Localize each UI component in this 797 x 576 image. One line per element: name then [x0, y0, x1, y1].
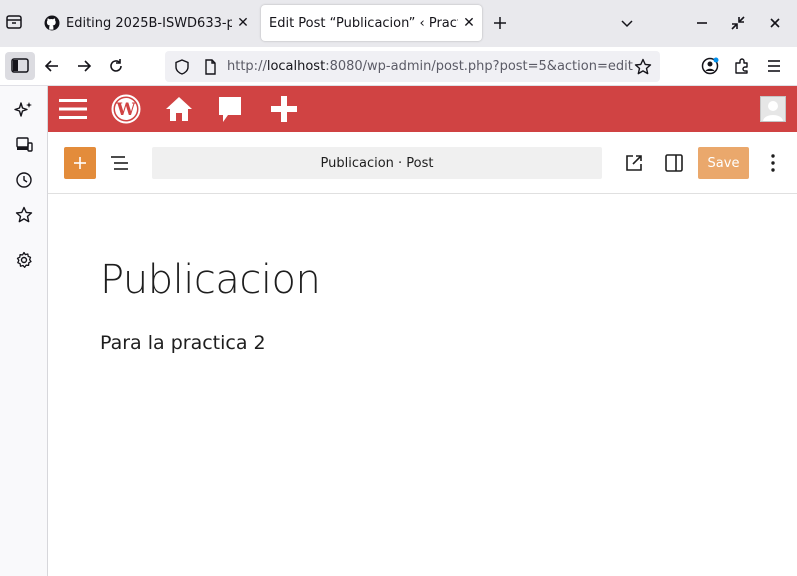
shield-icon[interactable]	[172, 57, 192, 77]
reload-icon[interactable]	[106, 56, 126, 76]
url-host: localhost	[266, 59, 326, 74]
ai-sparkle-icon[interactable]	[13, 99, 35, 121]
page-info-icon[interactable]	[200, 57, 220, 77]
forward-icon[interactable]	[74, 56, 94, 76]
synced-tabs-icon[interactable]	[13, 134, 35, 156]
home-icon[interactable]	[165, 95, 193, 123]
wp-admin-bar: W	[48, 86, 797, 132]
document-title-bar[interactable]: Publicacion · Post	[152, 147, 602, 179]
avatar[interactable]	[760, 96, 786, 122]
history-icon[interactable]	[13, 169, 35, 191]
settings-panel-icon[interactable]	[662, 151, 686, 175]
firefox-view-icon[interactable]	[4, 12, 24, 32]
tab-list-chevron-down-icon[interactable]	[617, 13, 637, 33]
window-close-icon[interactable]	[765, 13, 785, 33]
document-overview-icon[interactable]	[108, 151, 132, 175]
view-post-icon[interactable]	[622, 151, 646, 175]
url-prefix: http://	[227, 59, 267, 74]
save-button[interactable]: Save	[698, 147, 749, 179]
settings-icon[interactable]	[13, 249, 35, 271]
url-bar[interactable]: http://localhost:8080/wp-admin/post.php?…	[165, 51, 660, 82]
github-icon	[44, 15, 60, 31]
bookmarks-icon[interactable]	[13, 204, 35, 226]
document-title: Publicacion · Post	[320, 155, 434, 171]
account-icon[interactable]	[700, 56, 720, 76]
url-path: :8080/wp-admin/post.php?post=5&action=ed…	[325, 59, 633, 74]
add-block-button[interactable]	[64, 147, 96, 179]
menu-icon[interactable]	[58, 95, 88, 123]
close-icon[interactable]: ✕	[458, 12, 480, 34]
browser-tab-bar: Editing 2025B-ISWD633-practi ✕ Edit Post…	[0, 0, 797, 47]
options-more-icon[interactable]	[761, 151, 785, 175]
save-label: Save	[707, 155, 740, 171]
navigation-toolbar: http://localhost:8080/wp-admin/post.php?…	[0, 47, 797, 86]
comment-icon[interactable]	[217, 95, 243, 125]
extensions-icon[interactable]	[732, 56, 752, 76]
app-menu-icon[interactable]	[764, 56, 784, 76]
new-content-icon[interactable]	[270, 95, 298, 123]
back-icon[interactable]	[42, 56, 62, 76]
post-title[interactable]: Publicacion	[100, 257, 321, 303]
paragraph-block[interactable]: Para la practica 2	[100, 332, 266, 354]
close-icon[interactable]: ✕	[232, 12, 254, 34]
minimize-icon[interactable]	[692, 13, 712, 33]
wordpress-logo-icon[interactable]: W	[111, 94, 141, 124]
tab-title: Editing 2025B-ISWD633-practi	[66, 15, 232, 31]
new-tab-icon[interactable]	[490, 13, 510, 33]
svg-text:W: W	[115, 100, 136, 120]
sidebar-toggle-icon[interactable]	[5, 52, 35, 80]
tab-wp-edit-post[interactable]: Edit Post “Publicacion” ‹ Practica 2 ✕	[261, 5, 482, 41]
editor-canvas[interactable]: Publicacion Para la practica 2	[48, 195, 797, 576]
browser-sidebar	[0, 86, 48, 576]
tab-title: Edit Post “Publicacion” ‹ Practica 2	[269, 15, 458, 31]
tab-github[interactable]: Editing 2025B-ISWD633-practi ✕	[36, 5, 256, 41]
editor-header: Publicacion · Post Save	[48, 132, 797, 194]
restore-icon[interactable]	[728, 13, 748, 33]
url-text[interactable]: http://localhost:8080/wp-admin/post.php?…	[227, 59, 633, 74]
bookmark-star-icon[interactable]	[633, 57, 653, 77]
